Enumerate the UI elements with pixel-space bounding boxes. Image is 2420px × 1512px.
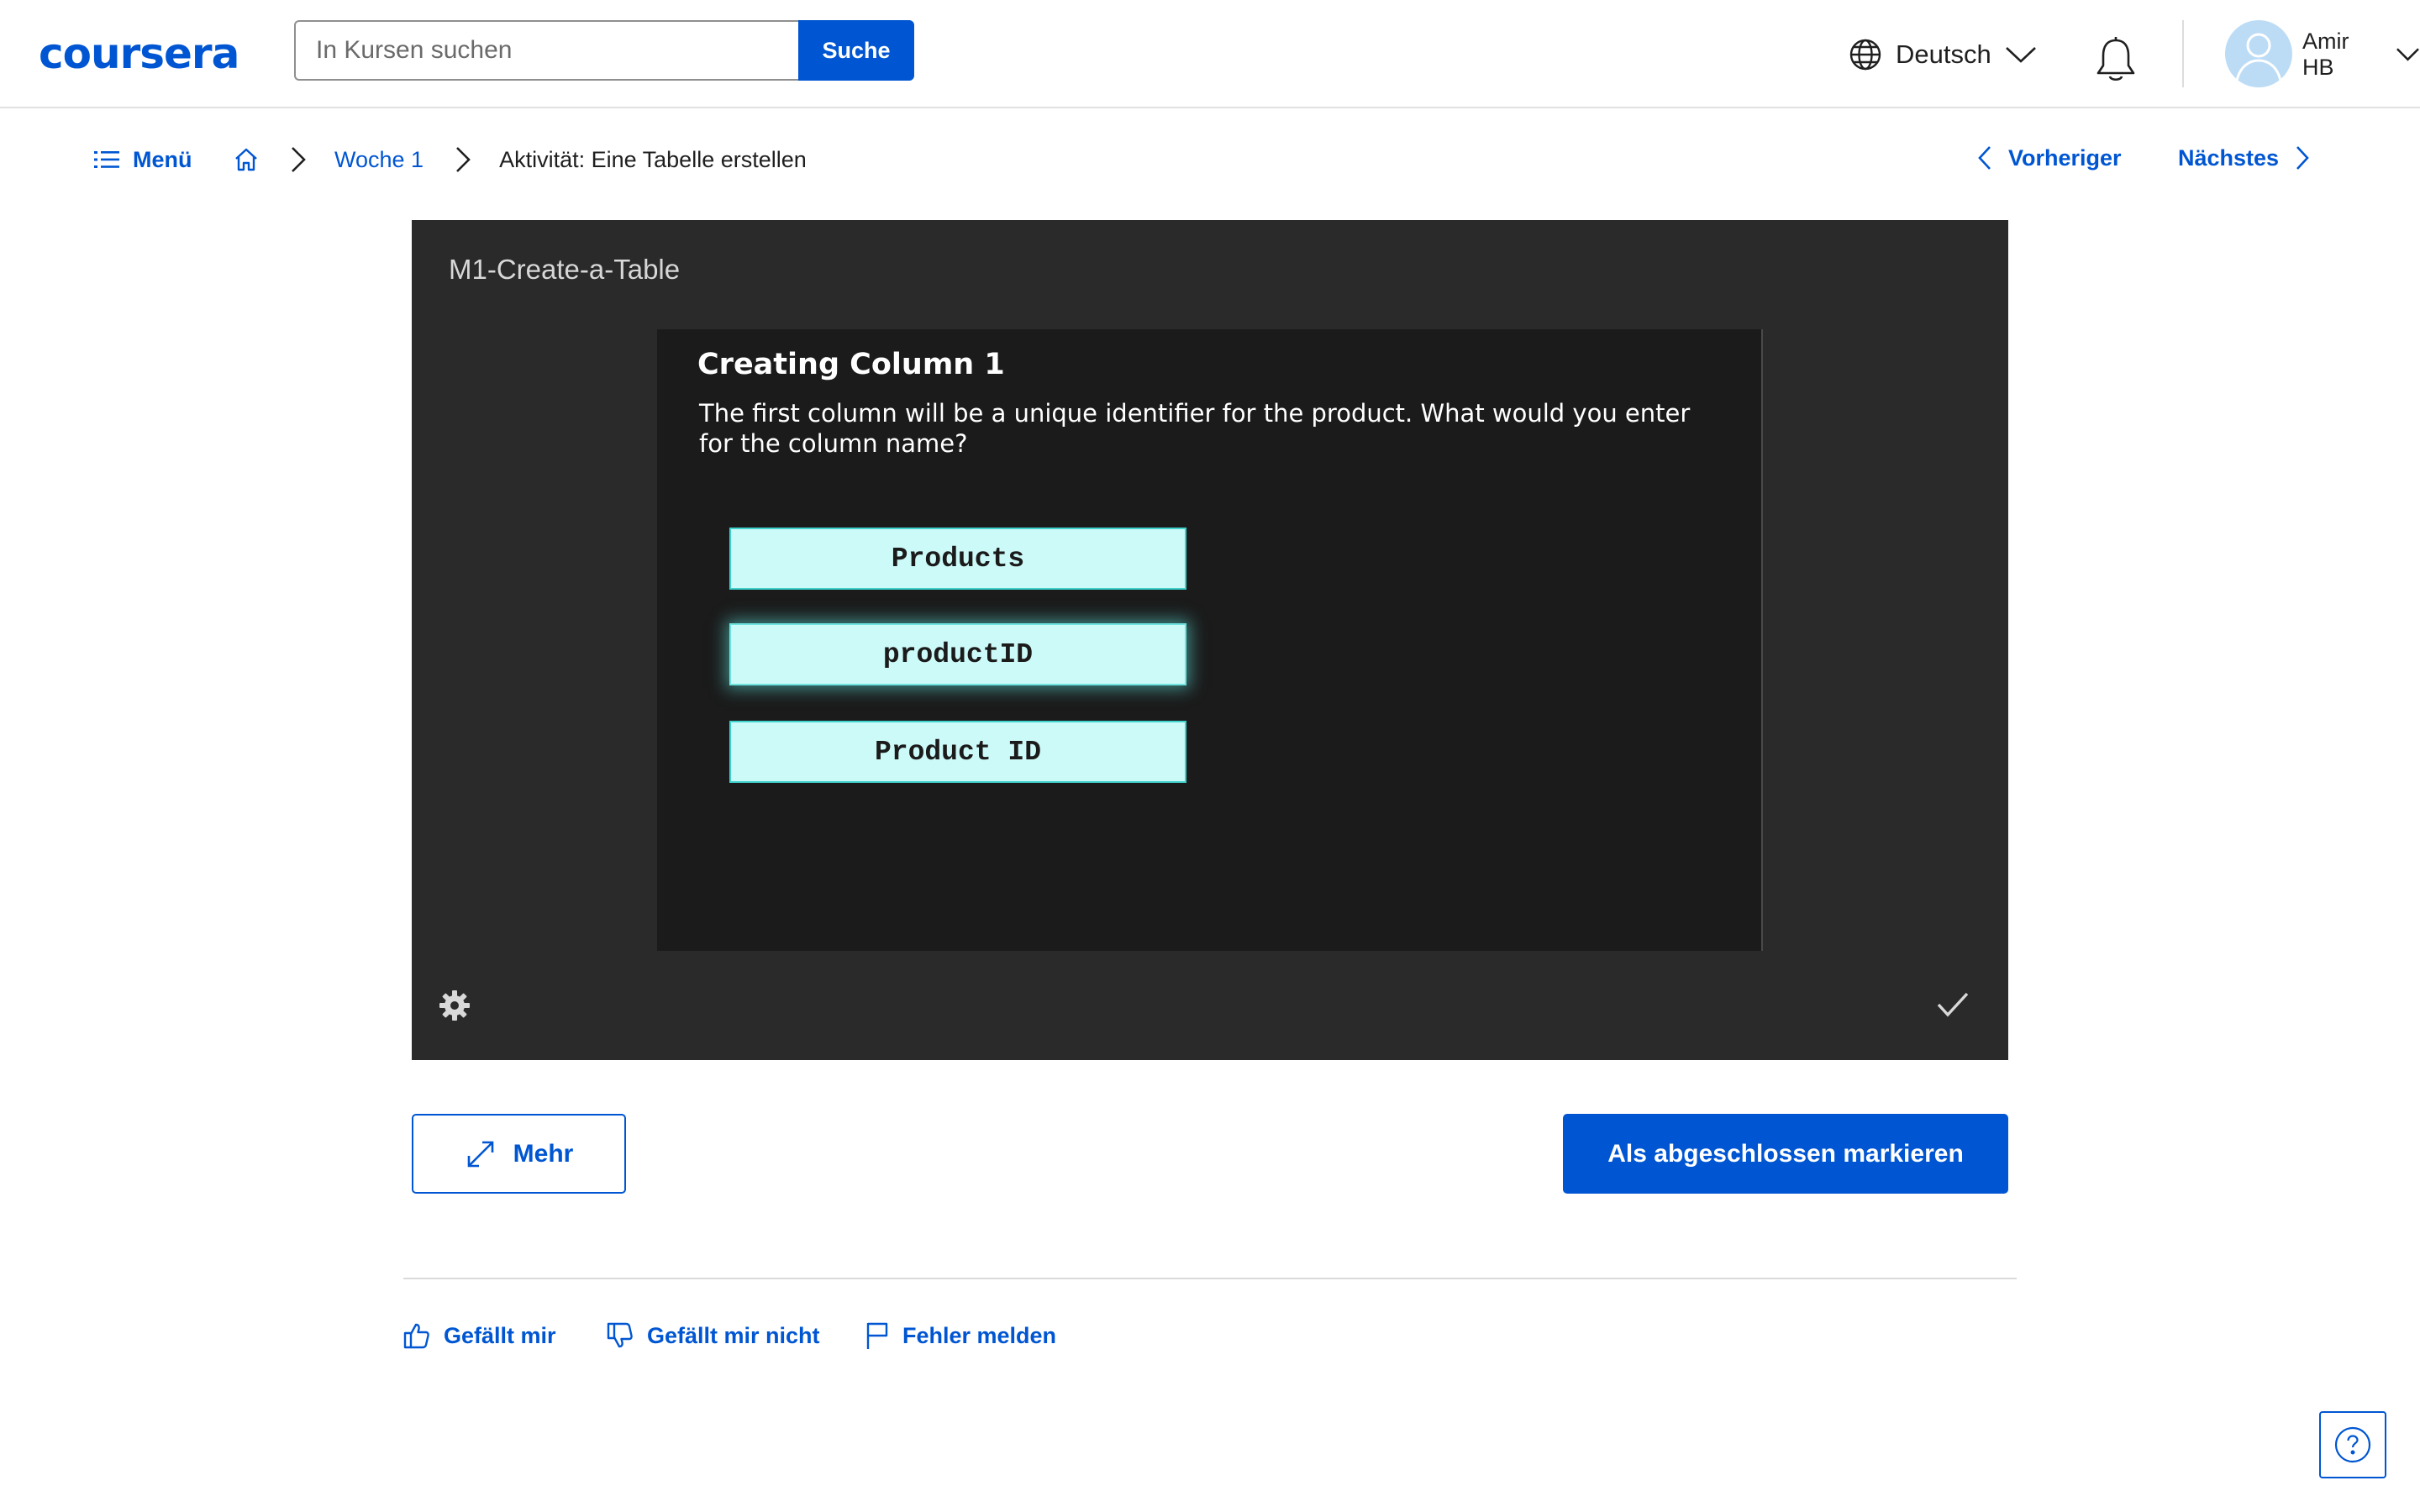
breadcrumb: Woche 1 Aktivität: Eine Tabelle erstelle…: [234, 143, 807, 176]
answer-option-productid[interactable]: productID: [729, 623, 1186, 685]
previous-label: Vorheriger: [2008, 144, 2122, 171]
user-avatar-icon[interactable]: [2225, 20, 2292, 87]
next-button[interactable]: Nächstes: [2178, 141, 2311, 175]
more-button[interactable]: Mehr: [412, 1114, 626, 1194]
report-issue-button[interactable]: Fehler melden: [865, 1317, 1056, 1354]
menu-button[interactable]: Menü: [94, 143, 192, 176]
chevron-left-icon: [1978, 146, 1991, 170]
flag-icon: [866, 1322, 888, 1349]
slide-heading: Creating Column 1: [697, 348, 1005, 381]
previous-button[interactable]: Vorheriger: [1976, 141, 2122, 175]
activity-player: M1-Create-a-Table Creating Column 1 The …: [412, 220, 2008, 1060]
breadcrumb-week-link[interactable]: Woche 1: [334, 147, 424, 173]
thumbs-down-icon: [607, 1322, 633, 1348]
language-selector[interactable]: Deutsch: [1849, 34, 2037, 76]
dislike-button[interactable]: Gefällt mir nicht: [607, 1317, 820, 1354]
bell-icon[interactable]: [2092, 35, 2139, 84]
like-button[interactable]: Gefällt mir: [403, 1317, 556, 1354]
list-menu-icon: [94, 151, 119, 168]
search-input[interactable]: [294, 20, 798, 81]
help-button[interactable]: [2319, 1411, 2386, 1478]
header-divider: [2182, 20, 2184, 87]
search-button[interactable]: Suche: [798, 20, 914, 81]
user-menu[interactable]: Amir HB: [2302, 29, 2420, 80]
more-label: Mehr: [513, 1139, 574, 1168]
top-header: coursera Suche Deutsch Amir HB: [0, 0, 2420, 108]
slide-question: The first column will be a unique identi…: [699, 399, 1691, 458]
user-name: Amir HB: [2302, 29, 2349, 80]
chevron-right-icon: [456, 147, 471, 172]
player-title: M1-Create-a-Table: [449, 254, 681, 285]
search-bar: Suche: [294, 20, 914, 81]
answer-option-products[interactable]: Products: [729, 528, 1186, 590]
like-label: Gefällt mir: [444, 1322, 556, 1348]
section-divider: [403, 1278, 2017, 1279]
globe-icon: [1849, 39, 1881, 71]
answer-option-product-id[interactable]: Product ID: [729, 721, 1186, 783]
menu-label: Menü: [133, 146, 192, 172]
language-label: Deutsch: [1896, 39, 1991, 69]
home-icon[interactable]: [234, 147, 259, 172]
checkmark-icon[interactable]: [1936, 990, 1970, 1020]
chevron-down-icon: [2396, 48, 2419, 61]
mark-complete-button[interactable]: Als abgeschlossen markieren: [1563, 1114, 2008, 1194]
activity-slide: Creating Column 1 The first column will …: [657, 329, 1763, 951]
breadcrumb-current-page: Aktivität: Eine Tabelle erstellen: [499, 146, 807, 172]
coursera-logo[interactable]: coursera: [39, 29, 239, 79]
chevron-right-icon: [292, 147, 306, 172]
chevron-down-icon: [2005, 47, 2036, 63]
thumbs-up-icon: [403, 1323, 429, 1349]
dislike-label: Gefällt mir nicht: [647, 1322, 820, 1348]
expand-icon: [467, 1141, 493, 1167]
gear-icon[interactable]: [439, 990, 471, 1021]
chevron-right-icon: [2296, 146, 2309, 170]
help-question-icon: [2334, 1426, 2371, 1463]
report-label: Fehler melden: [902, 1322, 1057, 1348]
next-label: Nächstes: [2178, 144, 2280, 171]
